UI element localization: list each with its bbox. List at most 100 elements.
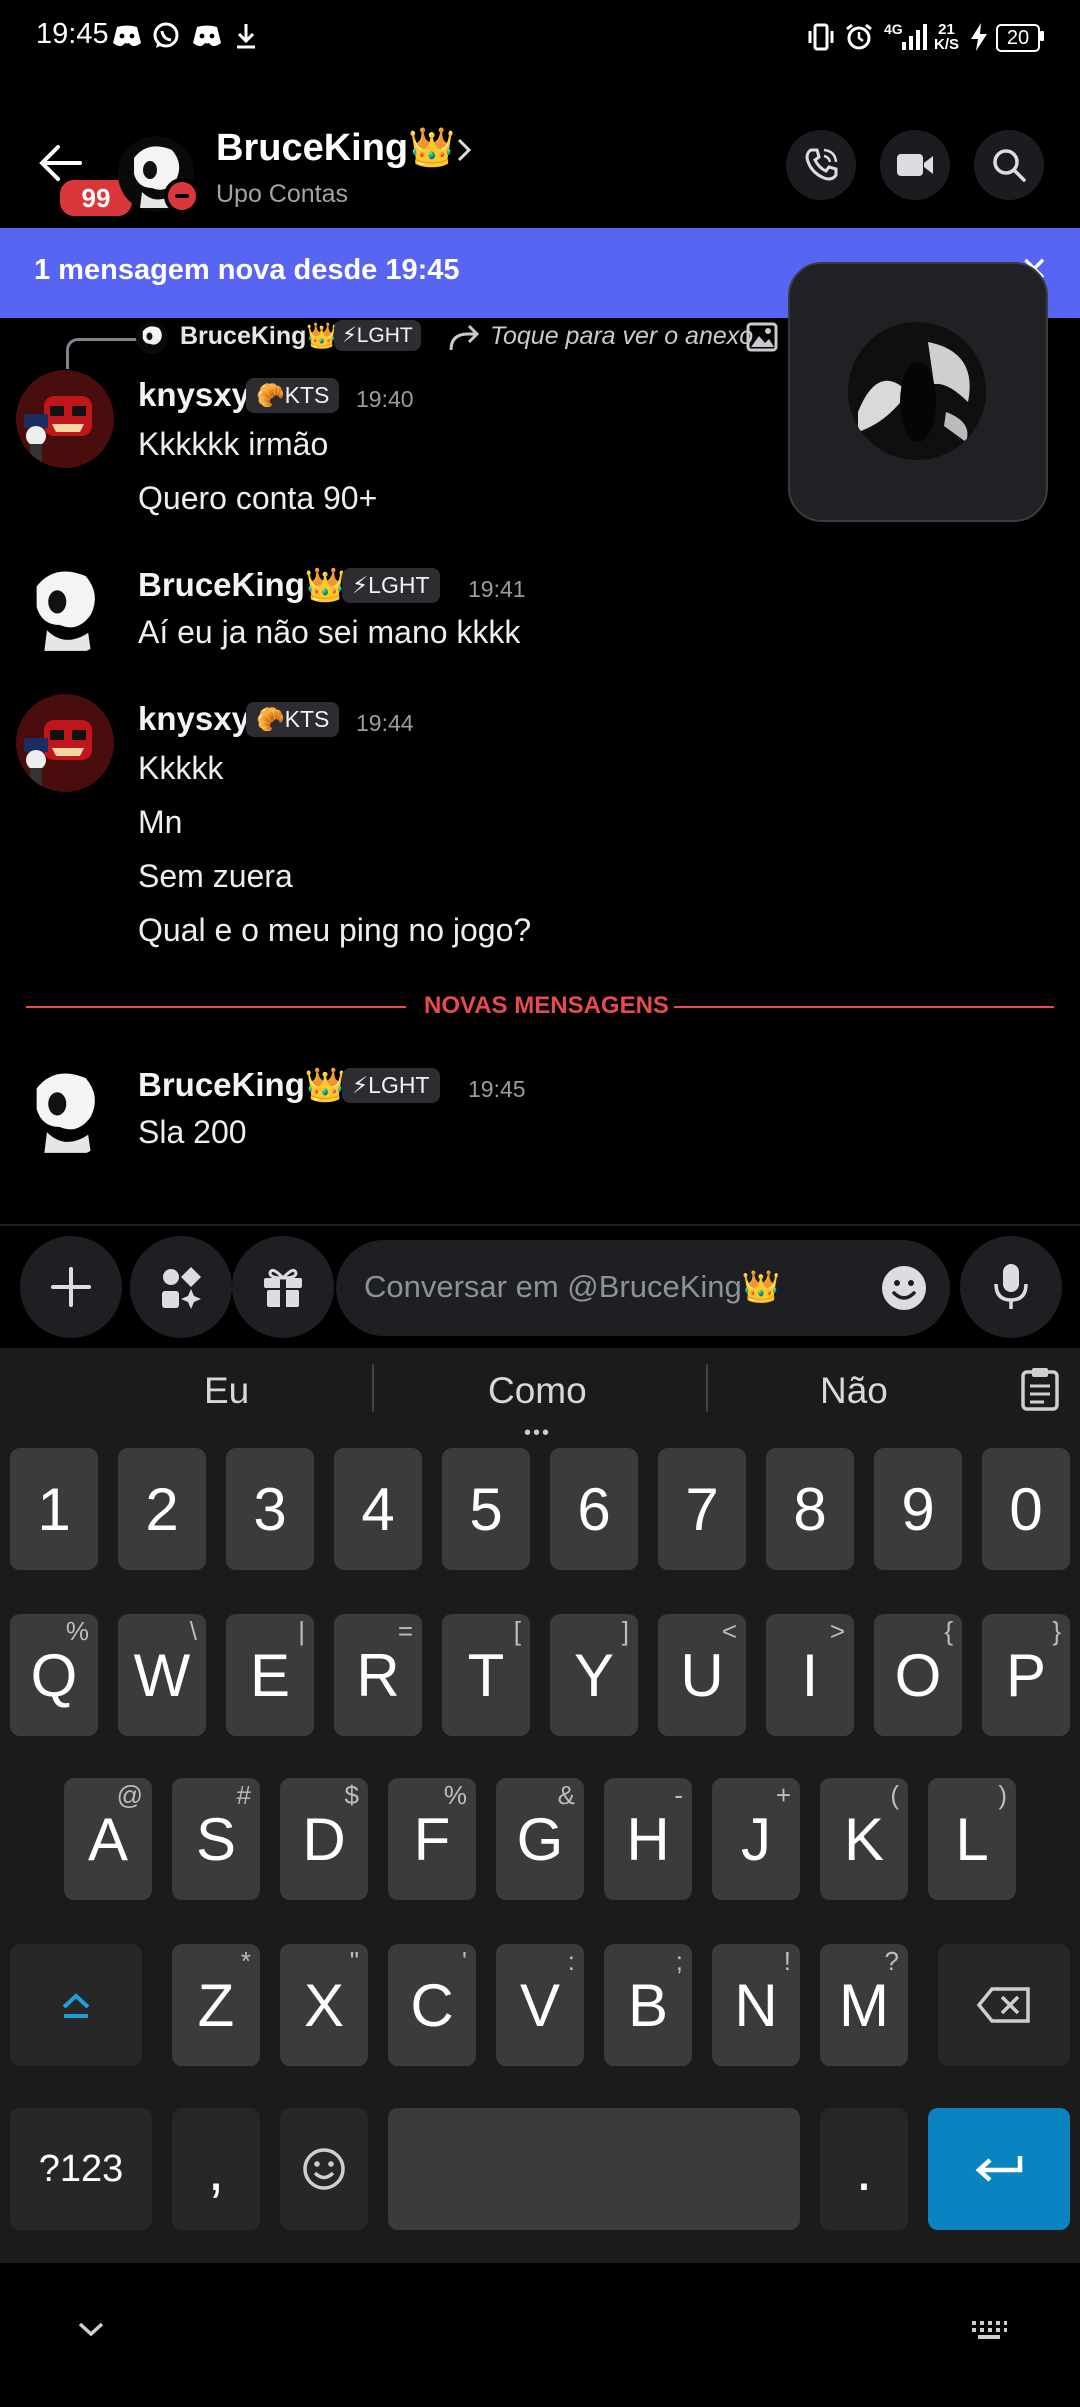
gift-button[interactable] — [232, 1236, 334, 1338]
message-time: 19:45 — [468, 1076, 526, 1102]
emoji-icon[interactable] — [880, 1264, 928, 1312]
key-4[interactable]: 4 — [334, 1448, 422, 1570]
key-x[interactable]: X " — [280, 1944, 368, 2066]
space-key[interactable] — [388, 2108, 800, 2230]
system-nav-bar — [0, 2263, 1080, 2407]
backspace-icon — [976, 1987, 1030, 2023]
key-i[interactable]: I > — [766, 1614, 854, 1736]
composer-border — [0, 1224, 1080, 1226]
key-8[interactable]: 8 — [766, 1448, 854, 1570]
header-subtitle: Upo Contas — [216, 180, 349, 208]
key-u[interactable]: U < — [658, 1614, 746, 1736]
add-attachment-button[interactable] — [20, 1236, 122, 1338]
hide-keyboard-icon[interactable] — [76, 2319, 106, 2339]
video-call-button[interactable] — [880, 130, 950, 200]
dnd-status-icon — [164, 178, 200, 214]
key-d[interactable]: D $ — [280, 1778, 368, 1900]
message-text: Kkkkkk irmão — [138, 426, 329, 462]
message-input[interactable]: Conversar em @BruceKing👑 — [336, 1240, 950, 1336]
enter-arrow-icon — [975, 2156, 1023, 2182]
voice-call-button[interactable] — [786, 130, 856, 200]
microphone-icon — [994, 1264, 1028, 1309]
key-f[interactable]: F% — [388, 1778, 476, 1900]
avatar-bruceking[interactable] — [16, 1060, 114, 1158]
signal-icon — [902, 24, 927, 50]
key-k[interactable]: K( — [820, 1778, 908, 1900]
key-2[interactable]: 2 — [118, 1448, 206, 1570]
key-w[interactable]: W \ — [118, 1614, 206, 1736]
period-key[interactable]: . — [820, 2108, 908, 2230]
message-author[interactable]: knysxy — [138, 700, 250, 738]
key-a[interactable]: A @ — [64, 1778, 152, 1900]
key-g[interactable]: G & — [496, 1778, 584, 1900]
banner-text: 1 mensagem nova desde 19:45 — [34, 254, 460, 286]
key-1[interactable]: 1 — [10, 1448, 98, 1570]
avatar-knysxy[interactable] — [16, 694, 114, 792]
avatar-bruceking[interactable] — [16, 558, 114, 656]
chevron-right-icon[interactable] — [454, 136, 474, 164]
emoji-key[interactable] — [280, 2108, 368, 2230]
discord-icon-2 — [193, 25, 221, 47]
key-c[interactable]: C ' — [388, 1944, 476, 2066]
search-button[interactable] — [974, 130, 1044, 200]
keyboard-switch-icon[interactable] — [970, 2319, 1008, 2341]
shift-icon — [62, 1993, 90, 2018]
message-text: Qual e o meu ping no jogo? — [138, 912, 532, 948]
apps-button[interactable] — [130, 1236, 232, 1338]
message-text: Kkkkk — [138, 750, 224, 786]
chat-header: 99 BruceKing👑 Upo Contas — [0, 100, 1080, 230]
call-avatar — [848, 322, 986, 460]
symbols-key[interactable]: ?123 — [10, 2108, 152, 2230]
enter-key[interactable] — [928, 2108, 1070, 2230]
message-text: Quero conta 90+ — [138, 480, 378, 516]
avatar-knysxy[interactable] — [16, 370, 114, 468]
whatsapp-icon — [153, 22, 179, 48]
new-messages-divider: NOVAS MENSAGENS — [424, 992, 669, 1019]
smiley-icon — [303, 2148, 345, 2190]
message-tag: ⚡LGHT — [342, 1068, 440, 1103]
key-p[interactable]: P} — [982, 1614, 1070, 1736]
key-t[interactable]: T[ — [442, 1614, 530, 1736]
key-m[interactable]: M? — [820, 1944, 908, 2066]
reply-text[interactable]: Toque para ver o anexo — [490, 322, 753, 351]
key-r[interactable]: R = — [334, 1614, 422, 1736]
backspace-key[interactable] — [938, 1944, 1070, 2066]
voice-message-button[interactable] — [960, 1236, 1062, 1338]
call-overlay[interactable] — [788, 262, 1048, 522]
key-5[interactable]: 5 — [442, 1448, 530, 1570]
suggestion-3[interactable]: Não — [820, 1370, 888, 1412]
suggestion-2[interactable]: Como — [488, 1370, 587, 1412]
message-text: Mn — [138, 804, 183, 840]
key-v[interactable]: V: — [496, 1944, 584, 2066]
header-title[interactable]: BruceKing👑 — [216, 126, 455, 170]
status-time: 19:45 — [36, 18, 109, 50]
key-h[interactable]: H- — [604, 1778, 692, 1900]
key-y[interactable]: Y] — [550, 1614, 638, 1736]
battery-tip — [1040, 31, 1044, 41]
key-o[interactable]: O{ — [874, 1614, 962, 1736]
clipboard-icon[interactable] — [1020, 1366, 1060, 1412]
message-author[interactable]: knysxy — [138, 376, 250, 414]
reply-author[interactable]: BruceKing👑 — [180, 322, 338, 351]
key-j[interactable]: J + — [712, 1778, 800, 1900]
key-s[interactable]: S # — [172, 1778, 260, 1900]
key-7[interactable]: 7 — [658, 1448, 746, 1570]
reply-connector — [66, 338, 139, 369]
key-q[interactable]: Q% — [10, 1614, 98, 1736]
key-3[interactable]: 3 — [226, 1448, 314, 1570]
comma-key[interactable]: , — [172, 2108, 260, 2230]
key-6[interactable]: 6 — [550, 1448, 638, 1570]
key-b[interactable]: B; — [604, 1944, 692, 2066]
key-9[interactable]: 9 — [874, 1448, 962, 1570]
battery-indicator: 20 — [996, 24, 1040, 52]
key-z[interactable]: Z * — [172, 1944, 260, 2066]
key-e[interactable]: E | — [226, 1614, 314, 1736]
key-n[interactable]: N! — [712, 1944, 800, 2066]
suggestion-1[interactable]: Eu — [204, 1370, 249, 1412]
shift-key[interactable] — [10, 1944, 142, 2066]
key-l[interactable]: L) — [928, 1778, 1016, 1900]
message-author[interactable]: BruceKing👑 — [138, 566, 346, 605]
key-0[interactable]: 0 — [982, 1448, 1070, 1570]
message-text: Sla 200 — [138, 1114, 247, 1150]
message-author[interactable]: BruceKing👑 — [138, 1066, 346, 1105]
